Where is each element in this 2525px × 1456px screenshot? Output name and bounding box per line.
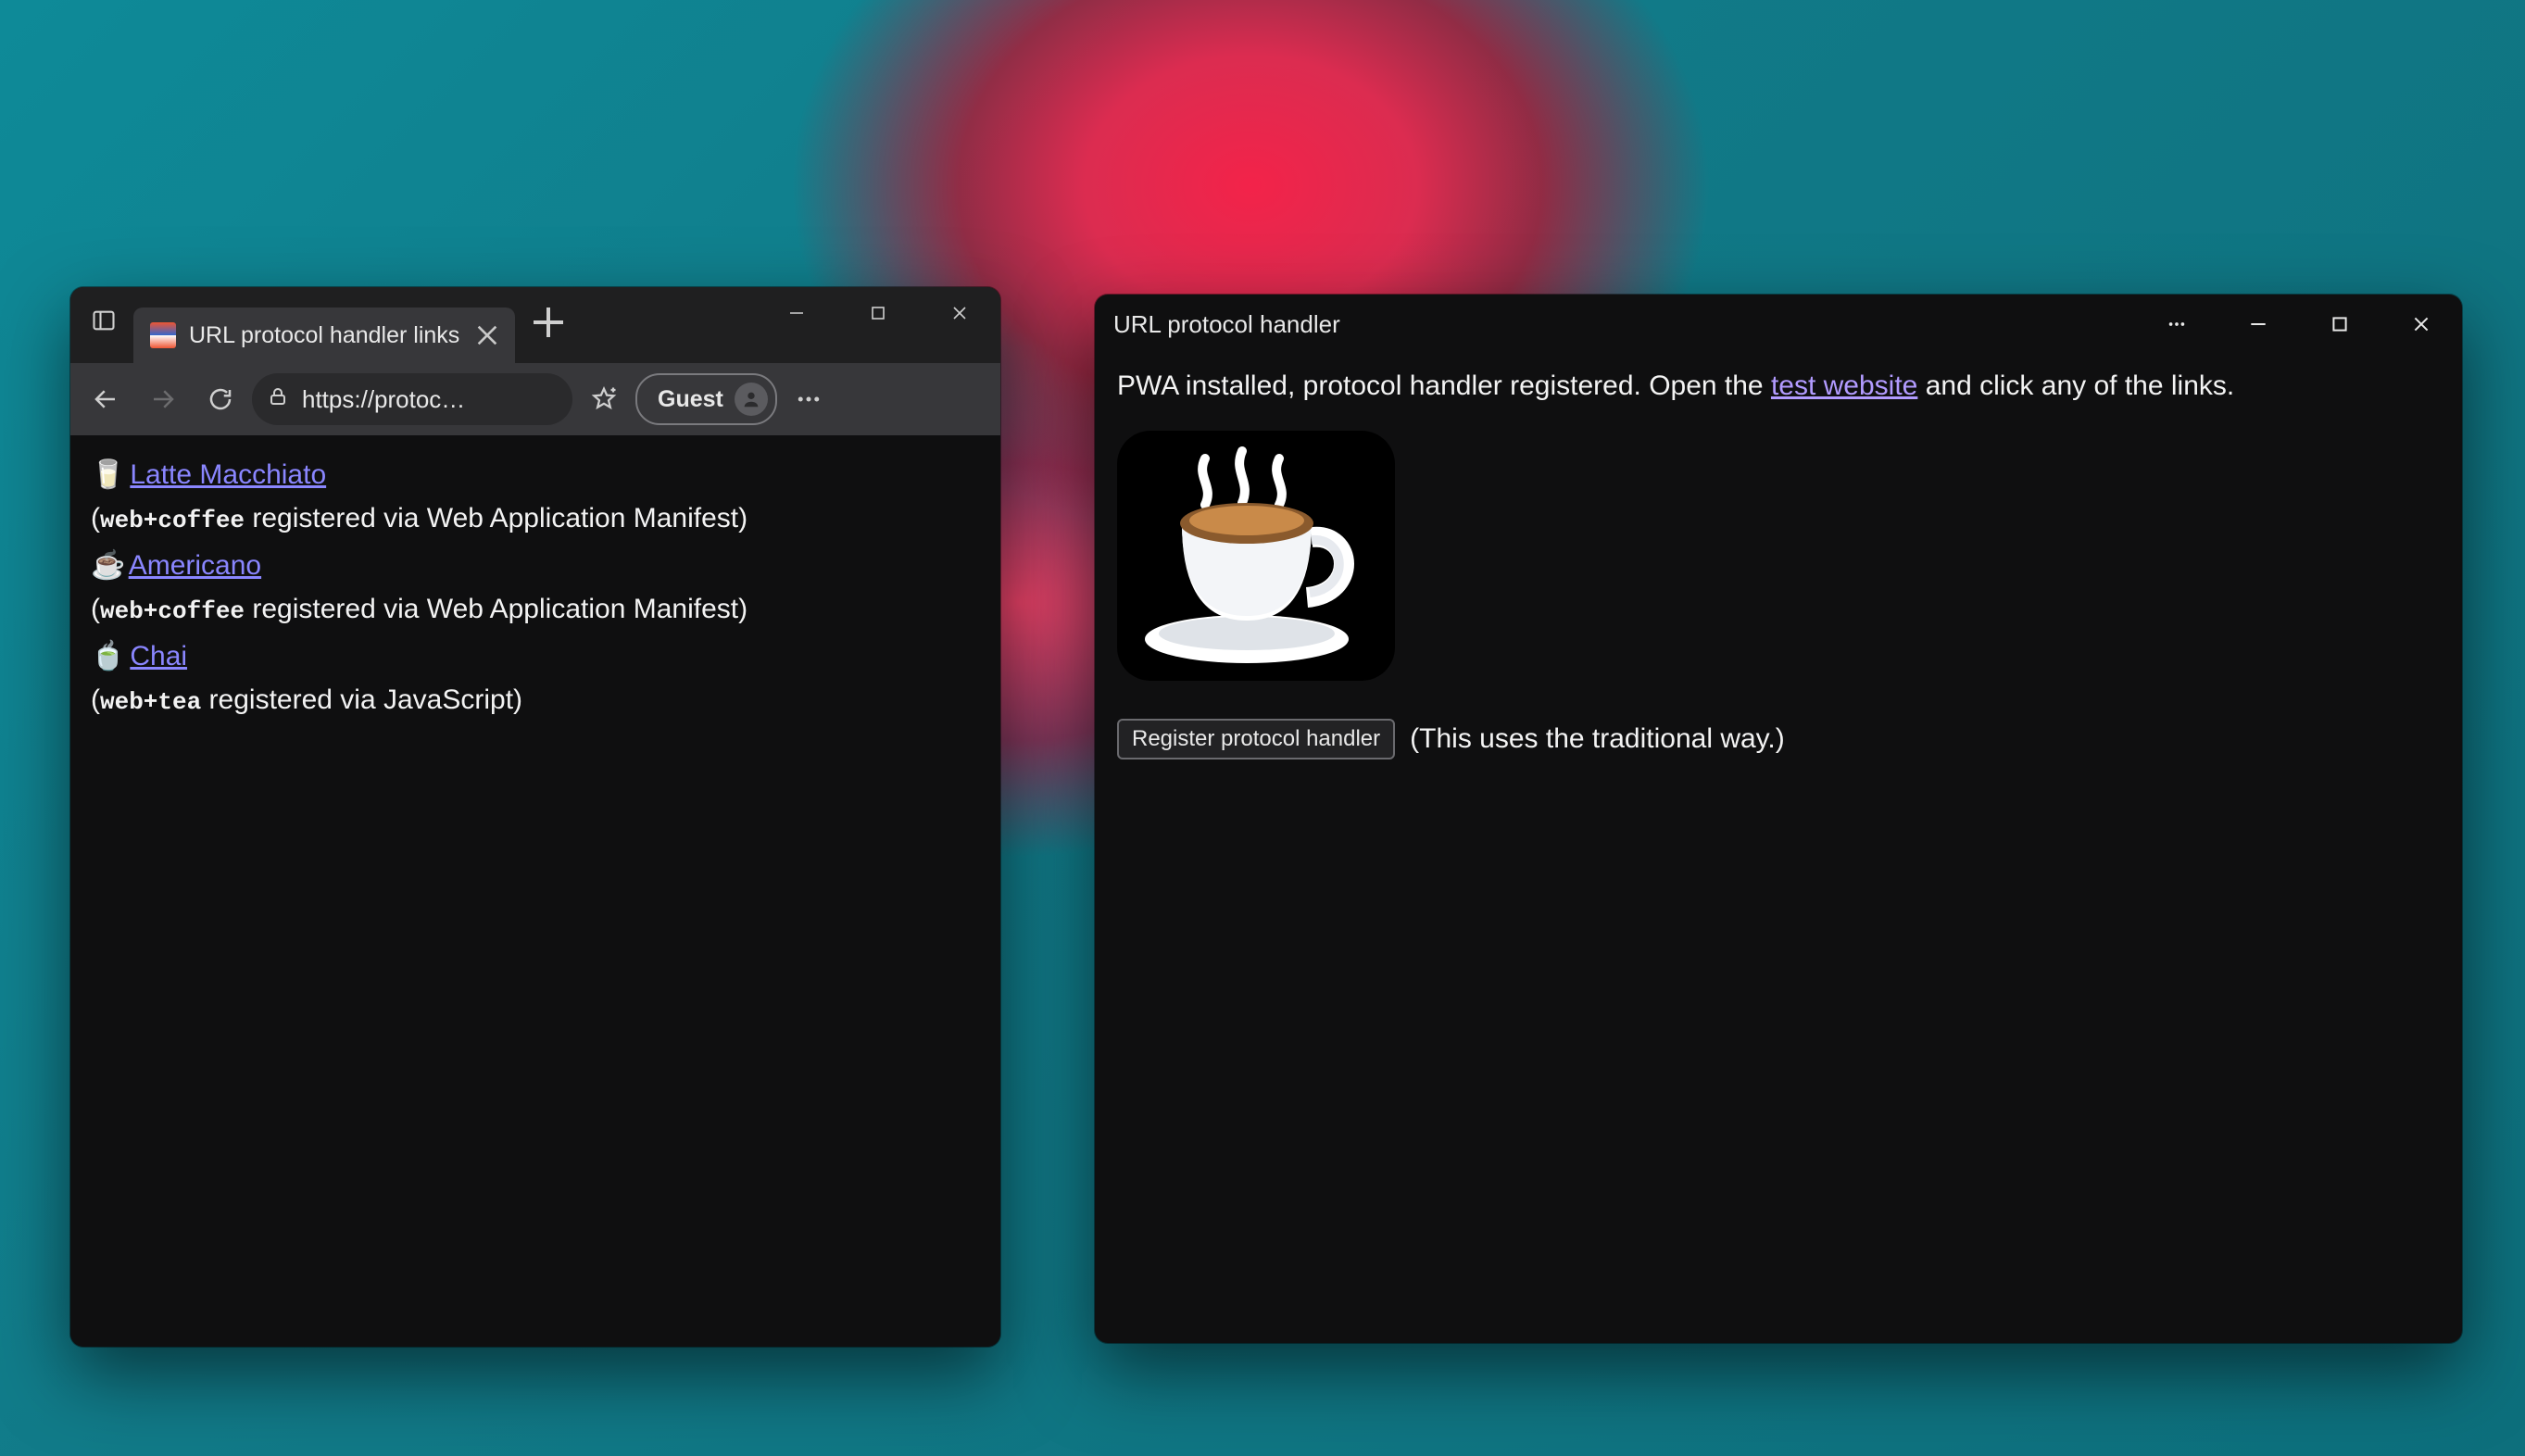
coffee-emoji: ☕ <box>91 545 119 586</box>
browser-toolbar: https://protoc… Guest <box>70 363 1000 435</box>
minimize-icon <box>787 304 806 322</box>
plus-icon <box>526 300 571 345</box>
nav-refresh-button[interactable] <box>195 373 246 425</box>
intro-text: PWA installed, protocol handler register… <box>1117 365 2440 408</box>
close-icon <box>472 320 502 350</box>
browser-tab[interactable]: URL protocol handler links <box>133 308 515 363</box>
tab-title: URL protocol handler links <box>189 322 459 349</box>
list-item: 🍵 Chai <box>91 635 980 677</box>
milk-emoji: 🥛 <box>91 454 119 496</box>
nav-back-button[interactable] <box>80 373 132 425</box>
window-close-button[interactable] <box>2381 295 2462 354</box>
browser-page-content: 🥛 Latte Macchiato (web+coffee registered… <box>70 435 1000 1347</box>
coffee-cup-image <box>1117 431 1395 681</box>
refresh-icon <box>207 385 234 413</box>
maximize-icon <box>869 304 887 322</box>
pwa-titlebar[interactable]: URL protocol handler <box>1095 295 2462 354</box>
tab-favicon <box>150 322 176 348</box>
window-controls <box>756 287 1000 339</box>
profile-avatar <box>735 383 768 416</box>
register-row: Register protocol handler (This uses the… <box>1117 718 2440 761</box>
lock-icon <box>267 385 289 408</box>
nav-forward-button[interactable] <box>137 373 189 425</box>
desktop-wallpaper: { "browser": { "tab": { "title": "URL pr… <box>0 0 2525 1456</box>
profile-label: Guest <box>658 386 723 413</box>
more-horizontal-icon <box>2167 314 2187 334</box>
app-menu-button[interactable] <box>2136 295 2217 354</box>
tea-emoji: 🍵 <box>91 635 119 677</box>
link-note: (web+tea registered via JavaScript) <box>91 679 980 721</box>
pwa-title-text: URL protocol handler <box>1113 310 1340 339</box>
site-info-button[interactable] <box>267 385 289 414</box>
pwa-window: URL protocol handler PWA installed, prot <box>1095 295 2462 1343</box>
minimize-icon <box>2248 314 2268 334</box>
person-icon <box>741 389 761 409</box>
browser-window: URL protocol handler links <box>70 287 1000 1347</box>
close-icon <box>950 304 969 322</box>
window-minimize-button[interactable] <box>756 287 837 339</box>
vertical-tabs-button[interactable] <box>82 298 126 343</box>
star-icon <box>590 385 618 413</box>
profile-button[interactable]: Guest <box>635 373 777 425</box>
address-bar[interactable]: https://protoc… <box>252 373 572 425</box>
test-website-link[interactable]: test website <box>1771 370 1917 401</box>
chai-link[interactable]: Chai <box>130 641 187 672</box>
address-bar-url: https://protoc… <box>302 385 554 414</box>
protocol-name: web+coffee <box>100 597 245 625</box>
window-maximize-button[interactable] <box>2299 295 2381 354</box>
register-note-text: (This uses the traditional way.) <box>1410 718 1785 761</box>
new-tab-button[interactable] <box>526 300 571 345</box>
close-icon <box>2411 314 2431 334</box>
link-note: (web+coffee registered via Web Applicati… <box>91 588 980 630</box>
protocol-name: web+coffee <box>100 507 245 534</box>
browser-titlebar[interactable]: URL protocol handler links <box>70 287 1000 363</box>
settings-and-more-button[interactable] <box>783 373 835 425</box>
arrow-right-icon <box>149 385 177 413</box>
window-controls <box>2136 295 2462 354</box>
pwa-page-content: PWA installed, protocol handler register… <box>1095 354 2462 1343</box>
favorites-button[interactable] <box>578 373 630 425</box>
register-protocol-handler-button[interactable]: Register protocol handler <box>1117 719 1395 759</box>
link-note: (web+coffee registered via Web Applicati… <box>91 497 980 539</box>
arrow-left-icon <box>92 385 119 413</box>
list-item: 🥛 Latte Macchiato <box>91 454 980 496</box>
window-minimize-button[interactable] <box>2217 295 2299 354</box>
americano-link[interactable]: Americano <box>129 550 261 581</box>
more-horizontal-icon <box>795 385 823 413</box>
window-maximize-button[interactable] <box>837 287 919 339</box>
latte-macchiato-link[interactable]: Latte Macchiato <box>130 459 326 490</box>
maximize-icon <box>2330 314 2350 334</box>
list-item: ☕ Americano <box>91 545 980 586</box>
protocol-name: web+tea <box>100 688 201 716</box>
tab-close-button[interactable] <box>472 320 502 350</box>
window-close-button[interactable] <box>919 287 1000 339</box>
